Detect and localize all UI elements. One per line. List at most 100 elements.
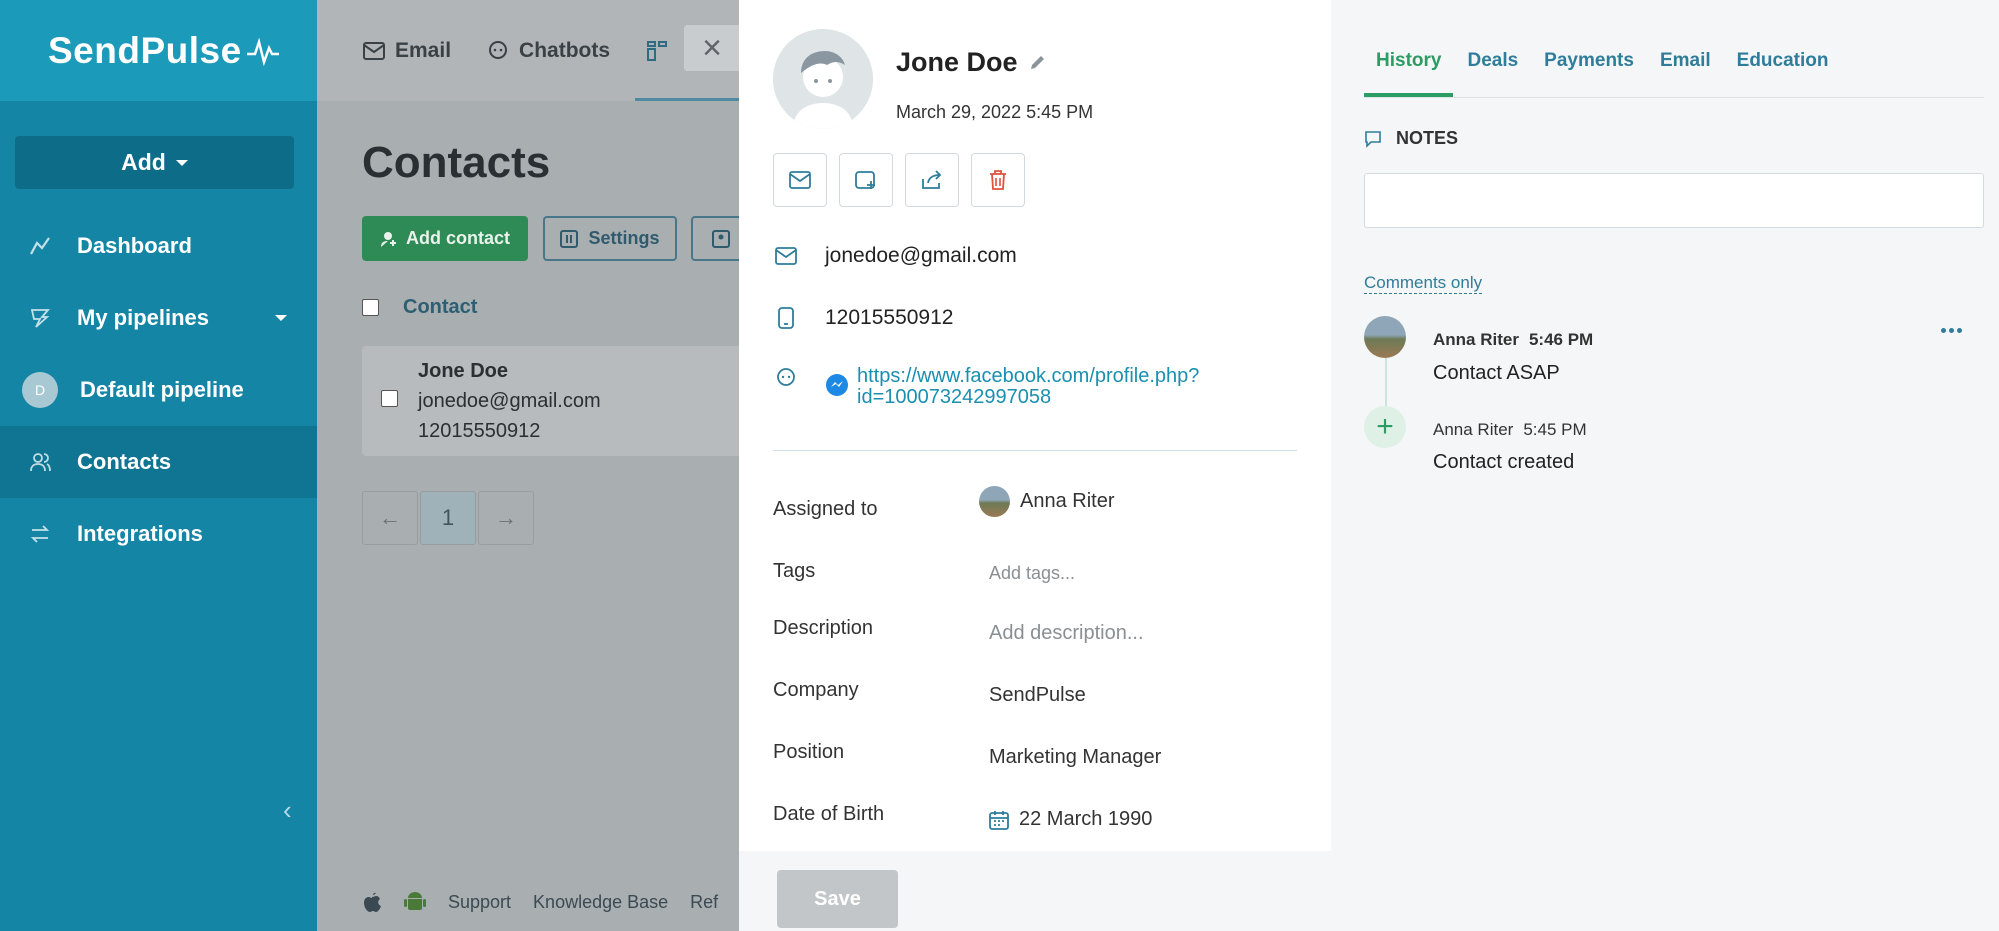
footer-ref-link[interactable]: Ref [690,892,718,913]
chevron-down-icon [275,315,287,321]
row-email: jonedoe@gmail.com [418,390,601,412]
select-all-checkbox[interactable] [362,299,379,316]
contact-name: Jone Doe [896,47,1046,78]
history-tabs: History Deals Payments Email Education [1364,0,1984,98]
assigned-to-field[interactable]: Anna Riter [979,486,1115,517]
settings-label: Settings [588,228,660,248]
contact-name-text: Jone Doe [896,47,1018,77]
save-button[interactable]: Save [777,870,898,928]
sidebar-item-integrations[interactable]: Integrations [0,498,317,570]
more-options-icon[interactable] [1941,328,1962,333]
sidebar-item-default-pipeline[interactable]: D Default pipeline [0,354,317,426]
share-icon [922,170,942,189]
prev-page-button[interactable]: ← [362,491,418,545]
contacts-icon [28,450,52,474]
notes-input[interactable] [1364,173,1984,228]
sidebar-item-dashboard[interactable]: Dashboard [0,210,317,282]
row-name: Jone Doe [418,360,509,382]
collapse-sidebar-icon[interactable]: ‹ [283,795,292,826]
add-button-label: Add [121,149,166,175]
pencil-icon[interactable] [1028,54,1046,72]
column-contact[interactable]: Contact [403,296,477,319]
sidebar-item-my-pipelines[interactable]: My pipelines [0,282,317,354]
messenger-link-line2: id=100073242997058 [857,386,1052,408]
footer-knowledge-base-link[interactable]: Knowledge Base [533,892,668,913]
messenger-link[interactable]: https://www.facebook.com/profile.php? id… [857,366,1199,408]
add-button[interactable]: Add [15,136,294,189]
divider [773,450,1297,451]
history-panel: History Deals Payments Email Education N… [1331,0,1999,851]
history-entry-time: 5:45 PM [1523,420,1587,439]
tab-deals[interactable]: Deals [1455,50,1530,97]
position-label: Position [773,741,845,763]
chevron-down-icon [175,159,188,166]
chat-icon [489,40,508,59]
save-bar [739,851,1999,931]
top-nav-email[interactable]: Email [363,39,451,63]
contact-actions [773,153,1025,207]
tab-education[interactable]: Education [1725,50,1841,97]
logo[interactable]: SendPulse [48,30,280,72]
history-entry-meta: Anna Riter 5:45 PM [1433,420,1587,440]
top-nav-crm[interactable] [646,40,668,62]
delete-contact-button[interactable] [971,153,1025,207]
add-contact-label: Add contact [405,228,510,248]
sidebar-item-label: Integrations [77,521,203,546]
share-button[interactable] [905,153,959,207]
tab-email[interactable]: Email [1648,50,1723,97]
close-icon: × [702,28,722,67]
phone-icon [773,307,799,329]
close-panel-button[interactable]: × [684,25,740,71]
row-checkbox[interactable] [381,390,398,407]
tags-input[interactable]: Add tags... [989,563,1075,584]
tab-history[interactable]: History [1364,50,1454,97]
footer-support-link[interactable]: Support [448,892,511,913]
contact-phone-row: 12015550912 [773,306,953,330]
dob-label: Date of Birth [773,803,885,825]
top-nav-chatbots[interactable]: Chatbots [487,39,610,63]
chart-line-icon [28,234,52,258]
author-avatar [1364,316,1406,358]
trash-icon [990,170,1006,190]
comment-icon [1365,130,1381,148]
description-input[interactable]: Add description... [989,622,1144,645]
apple-icon[interactable] [362,891,382,913]
table-row[interactable]: Jone Doe jonedoe@gmail.com 12015550912 [362,346,782,456]
contact-phone[interactable]: 12015550912 [825,306,953,330]
add-deal-button[interactable] [839,153,893,207]
sidebar: SendPulse Add Dashboard My pipelines D D… [0,0,317,931]
filter-icon [28,306,52,330]
company-value[interactable]: SendPulse [989,684,1086,707]
plus-icon: + [1364,406,1406,448]
logo-text: SendPulse [48,29,242,71]
tags-label: Tags [773,560,816,582]
tab-payments[interactable]: Payments [1532,50,1646,97]
pagination: ← 1 → [362,491,534,545]
send-email-button[interactable] [773,153,827,207]
messenger-icon [826,374,848,396]
next-page-button[interactable]: → [478,491,534,545]
table-header: Contact [362,296,477,319]
history-entry-author: Anna Riter [1433,420,1514,439]
crm-icon [647,40,668,61]
sidebar-header: SendPulse [0,0,317,101]
comments-only-filter[interactable]: Comments only [1364,273,1483,294]
settings-button[interactable]: Settings [543,216,677,261]
envelope-icon [789,171,811,189]
contact-panel: Jone Doe March 29, 2022 5:45 PM jonedoe@… [739,0,1331,851]
top-nav-label: Email [395,38,452,62]
contact-email[interactable]: jonedoe@gmail.com [825,244,1017,268]
pulse-icon [246,37,279,66]
android-icon[interactable] [404,890,426,914]
sidebar-item-contacts[interactable]: Contacts [0,426,317,498]
dob-field[interactable]: 22 March 1990 [989,808,1152,831]
add-contact-button[interactable]: Add contact [362,216,528,261]
position-value[interactable]: Marketing Manager [989,746,1161,769]
assigned-to-value: Anna Riter [1020,490,1115,512]
chat-icon [773,367,799,389]
history-entry-text: Contact created [1433,451,1575,473]
sidebar-item-label: Default pipeline [80,377,244,402]
messenger-link-line1: https://www.facebook.com/profile.php? [857,365,1200,387]
history-entry-text: Contact ASAP [1433,362,1560,384]
page-1-button[interactable]: 1 [420,491,476,545]
